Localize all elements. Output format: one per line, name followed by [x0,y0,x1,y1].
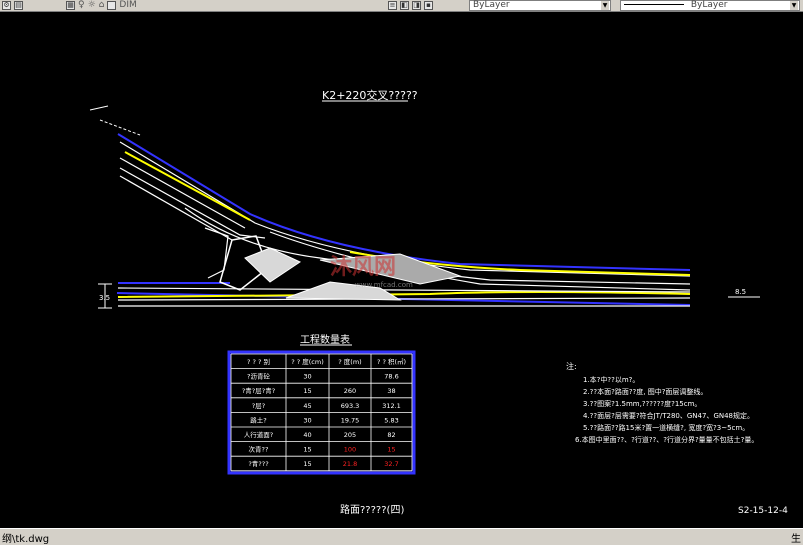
table-cell: 82 [387,431,395,439]
table-cell: ?沥青砼 [247,372,270,381]
linetype-combo[interactable]: ByLayer ▼ [620,0,800,11]
note-2: 2.??本面?路面??度, 图中?面层调整线。 [583,387,707,396]
branch-arrow [89,105,141,136]
layers-icon[interactable]: ▦ [66,1,75,10]
svg-text:3.5: 3.5 [99,294,110,302]
table-cell: 15 [303,387,311,395]
color-picker-icon[interactable]: ▪ [424,1,433,10]
note-3: 3.??图案?1.5mm,??????度?15cm。 [583,399,701,408]
table-cell: ?层? [252,402,265,410]
chevron-down-icon[interactable]: ▼ [790,1,798,10]
note-4: 4.??面层?层需要?符合JT/T280、GN47、GN48规定。 [583,411,754,420]
dim-label: DIM [119,0,137,10]
quantity-table: 工程数量表 ? ? ? 别 ? ? 度(cm) ? 度(m) ? ? 积(㎡) ?沥青砼… [227,333,416,475]
drawing-number: S2-15-12-4 [738,506,788,516]
drawing-canvas[interactable]: K2+220交叉????? 沐风网 www.mfcad.com 3.5 8.5 … [0,12,803,528]
table-cell: 次青?? [249,445,269,454]
layer-toolbar-group: ▦ ♀ ☼ ⌂ DIM [66,0,137,11]
table-cell: 205 [344,431,356,439]
table-cell: 30 [303,416,311,424]
file-path: 纲\tk.dwg [2,534,50,545]
table-cell: 15 [303,460,311,468]
table-cell: 15 [387,446,395,454]
upper-road-edge-top [117,133,691,271]
table-cell: 路土? [250,415,266,424]
table-header-cell: ? ? 度(cm) [291,357,324,366]
layer-icon[interactable]: ▤ [14,1,23,10]
table-cell: 15 [303,446,311,454]
table-header-cell: ? ? 积(㎡) [377,357,406,366]
table-header-cell: ? 度(m) [338,357,361,366]
table-cell: 312.1 [382,402,401,410]
notes-title: 注: [566,361,577,371]
layer-combo[interactable]: ByLayer ▼ [469,0,611,11]
table-cell: 260 [344,387,356,395]
layer-states-icon[interactable]: ◨ [412,1,421,10]
table-cell: ?青?层?青? [242,386,275,395]
notes-block: 注: 1.本?中??以m?。 2.??本面?路面??度, 图中?面层调整线。 3… [566,361,758,444]
table-cell: 19.75 [341,416,360,424]
table-cell: 21.8 [343,460,357,468]
watermark-url: www.mfcad.com [355,281,413,289]
table-cell: 5.83 [384,416,398,424]
status-right-text: 生 [791,534,801,545]
layer-previous-icon[interactable]: ◧ [400,1,409,10]
left-dimension-callout: 3.5 [98,283,112,309]
color-square-icon[interactable] [107,1,117,10]
table-cell: 人行道面? [244,430,273,439]
note-5: 5.??路面??路15米?置一道横缝?, 宽度?宽?3~5cm。 [583,423,749,432]
table-cell: 78.6 [384,373,398,381]
table-cell: 693.3 [341,402,360,410]
status-bar: 纲\tk.dwg 生 [0,528,803,545]
svg-text:8.5: 8.5 [735,288,746,296]
table-cell: 40 [303,431,311,439]
sun-icon[interactable]: ☼ [88,0,96,11]
bulb-icon[interactable]: ♀ [78,0,85,11]
table-cell: 100 [344,446,356,454]
table-cell: 38 [387,387,395,395]
linetype-preview [624,4,684,5]
drawing-name: 路面?????(四) [340,503,404,516]
table-cell: ?青??? [248,459,268,468]
toolbar: ⚙ ▤ ▦ ♀ ☼ ⌂ DIM ≡ ◧ ◨ ▪ ByLayer ▼ ByLaye… [0,0,803,12]
lock-icon[interactable]: ⌂ [99,0,105,11]
table-header-cell: ? ? ? 别 [247,357,270,366]
chevron-down-icon[interactable]: ▼ [601,1,609,10]
left-toolbar-group: ⚙ ▤ [2,0,23,11]
note-1: 1.本?中??以m?。 [583,375,639,384]
note-6: 6.本图中里面??、?行道??、?行道分界?量量不包括土?量。 [575,435,758,444]
table-cell: 45 [303,402,311,410]
table-cell: 32.7 [384,460,398,468]
match-properties-icon[interactable]: ≡ [388,1,397,10]
properties-toolbar-group: ≡ ◧ ◨ ▪ [388,0,433,11]
table-grid: ? ? ? 别 ? ? 度(cm) ? 度(m) ? ? 积(㎡) ?沥青砼 30 78.6… [230,353,413,472]
table-title: 工程数量表 [300,333,350,346]
watermark-text: 沐风网 [330,255,396,280]
settings-icon[interactable]: ⚙ [2,1,11,10]
table-cell: 30 [303,373,311,381]
right-dimension-callout: 8.5 [728,288,760,298]
drawing-title: K2+220交叉????? [322,88,418,102]
